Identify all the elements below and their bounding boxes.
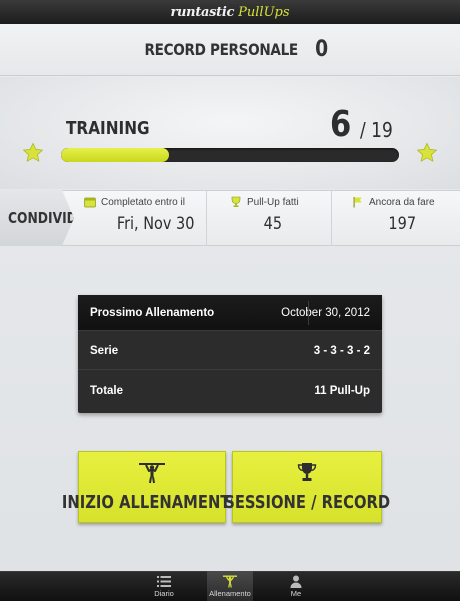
stat-value: 45 bbox=[263, 214, 283, 234]
tab-diario[interactable]: Diario bbox=[141, 571, 187, 601]
tab-me[interactable]: Me bbox=[273, 571, 319, 601]
training-progress-bar bbox=[61, 148, 399, 162]
star-left-icon bbox=[22, 142, 44, 164]
list-icon bbox=[157, 576, 171, 587]
stat-label: Ancora da fare bbox=[369, 196, 435, 208]
next-workout-title: Prossimo Allenamento bbox=[90, 306, 215, 319]
person-icon bbox=[290, 575, 302, 588]
personal-record-value: 0 bbox=[314, 37, 328, 62]
start-workout-label: INIZIO ALLENAMENTO bbox=[61, 491, 243, 513]
header-divider bbox=[308, 301, 309, 325]
stat-value: Fri, Nov 30 bbox=[116, 214, 195, 234]
training-label: TRAINING bbox=[66, 118, 150, 139]
personal-record-bar: RECORD PERSONALE 0 bbox=[0, 24, 460, 76]
stat-pullups-done: Pull-Up fatti 45 bbox=[230, 190, 340, 246]
stat-divider bbox=[331, 190, 332, 246]
star-right-icon bbox=[416, 142, 438, 164]
product-name: PullUps bbox=[238, 4, 290, 20]
share-label: CONDIVIDI bbox=[8, 209, 82, 227]
tab-label: Allenamento bbox=[209, 589, 251, 598]
row-value: 3 - 3 - 3 - 2 bbox=[313, 344, 370, 357]
session-record-button[interactable]: SESSIONE / RECORD bbox=[224, 451, 390, 523]
next-workout-card: Prossimo Allenamento October 30, 2012 Se… bbox=[78, 295, 382, 413]
brand-logo: runtastic bbox=[170, 4, 235, 20]
stat-value: 197 bbox=[388, 214, 417, 234]
table-row: Serie 3 - 3 - 3 - 2 bbox=[78, 332, 382, 370]
next-workout-date: October 30, 2012 bbox=[281, 306, 370, 319]
pullup-icon bbox=[139, 462, 165, 483]
session-record-label: SESSIONE / RECORD bbox=[224, 491, 390, 513]
stat-label: Completato entro il bbox=[101, 196, 185, 208]
stat-divider bbox=[206, 190, 207, 246]
row-label: Totale bbox=[90, 385, 124, 397]
stat-label: Pull-Up fatti bbox=[247, 196, 299, 208]
next-workout-header: Prossimo Allenamento October 30, 2012 bbox=[78, 295, 382, 331]
personal-record-label: RECORD PERSONALE bbox=[144, 40, 299, 59]
table-row: Totale 11 Pull-Up bbox=[78, 371, 382, 411]
stat-completion-date: Completato entro il Fri, Nov 30 bbox=[84, 190, 206, 246]
training-total-count: / 19 bbox=[360, 118, 393, 142]
pullup-icon bbox=[223, 575, 237, 588]
trophy-icon bbox=[231, 196, 241, 207]
trophy-icon bbox=[297, 462, 317, 481]
training-progress-fill bbox=[61, 148, 170, 162]
tab-allenamento[interactable]: Allenamento bbox=[207, 571, 253, 601]
flag-icon bbox=[353, 197, 362, 208]
share-button[interactable]: CONDIVIDI bbox=[0, 190, 74, 246]
tab-label: Me bbox=[290, 589, 302, 598]
stat-remaining: Ancora da fare 197 bbox=[352, 190, 460, 246]
start-workout-button[interactable]: INIZIO ALLENAMENTO bbox=[61, 451, 243, 523]
training-done-count: 6 bbox=[330, 104, 352, 145]
row-label: Serie bbox=[90, 344, 119, 357]
app-header: runtastic PullUps bbox=[0, 0, 460, 24]
row-value: 11 Pull-Up bbox=[314, 385, 370, 397]
calendar-icon bbox=[84, 197, 96, 208]
tab-label: Diario bbox=[154, 589, 174, 598]
